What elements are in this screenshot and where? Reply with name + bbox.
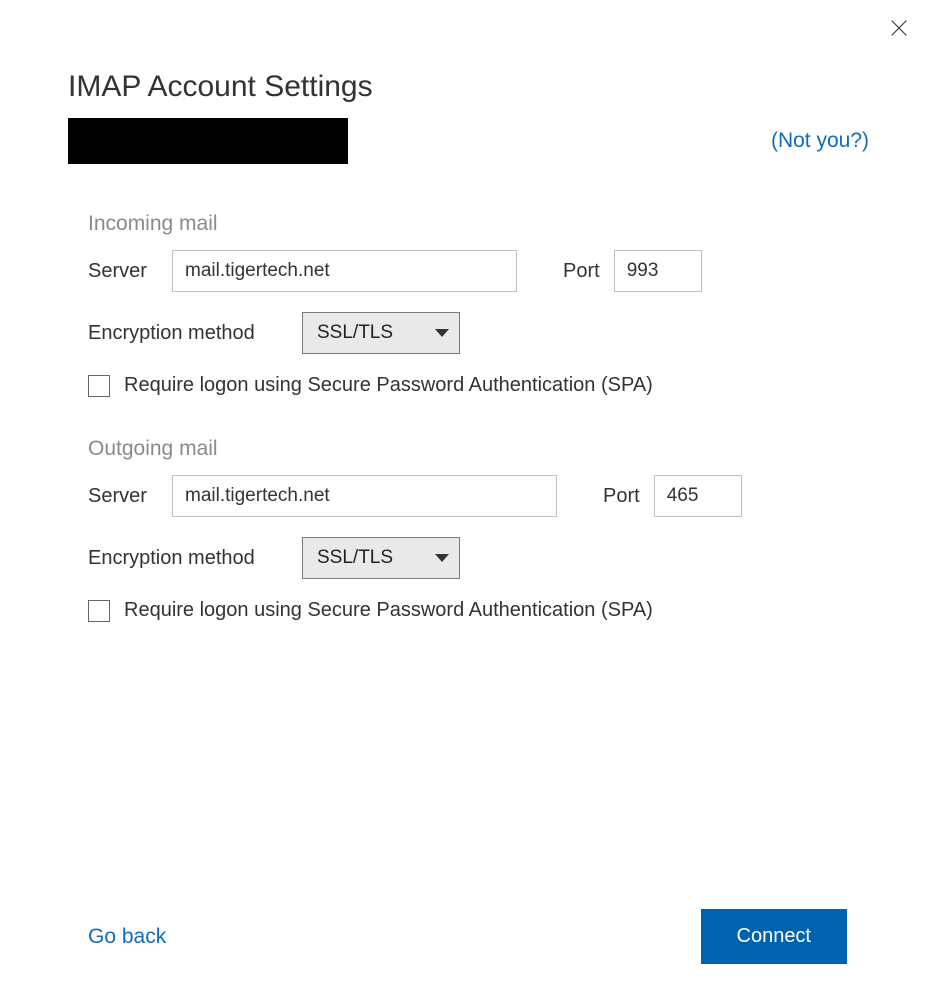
outgoing-encryption-value: SSL/TLS	[317, 547, 393, 569]
connect-button[interactable]: Connect	[701, 909, 848, 964]
go-back-link[interactable]: Go back	[88, 925, 166, 949]
chevron-down-icon	[435, 329, 449, 337]
outgoing-heading: Outgoing mail	[88, 437, 869, 461]
chevron-down-icon	[435, 554, 449, 562]
incoming-encryption-select[interactable]: SSL/TLS	[302, 312, 460, 354]
outgoing-encryption-select[interactable]: SSL/TLS	[302, 537, 460, 579]
outgoing-port-label: Port	[603, 485, 640, 508]
outgoing-server-label: Server	[88, 485, 158, 508]
outgoing-server-input[interactable]	[172, 475, 557, 517]
outgoing-spa-checkbox[interactable]	[88, 600, 110, 622]
incoming-encryption-value: SSL/TLS	[317, 322, 393, 344]
page-title: IMAP Account Settings	[68, 70, 869, 104]
incoming-port-input[interactable]	[614, 250, 702, 292]
close-button[interactable]	[885, 14, 913, 42]
incoming-mail-section: Incoming mail Server Port Encryption met…	[68, 212, 869, 397]
account-email-redacted	[68, 118, 348, 164]
incoming-heading: Incoming mail	[88, 212, 869, 236]
incoming-spa-label: Require logon using Secure Password Auth…	[124, 374, 653, 397]
incoming-server-label: Server	[88, 260, 158, 283]
not-you-link[interactable]: (Not you?)	[771, 129, 869, 153]
outgoing-encryption-label: Encryption method	[88, 547, 288, 570]
close-icon	[888, 17, 910, 39]
incoming-spa-checkbox[interactable]	[88, 375, 110, 397]
incoming-server-input[interactable]	[172, 250, 517, 292]
incoming-encryption-label: Encryption method	[88, 322, 288, 345]
incoming-port-label: Port	[563, 260, 600, 283]
outgoing-spa-label: Require logon using Secure Password Auth…	[124, 599, 653, 622]
outgoing-port-input[interactable]	[654, 475, 742, 517]
outgoing-mail-section: Outgoing mail Server Port Encryption met…	[68, 437, 869, 622]
